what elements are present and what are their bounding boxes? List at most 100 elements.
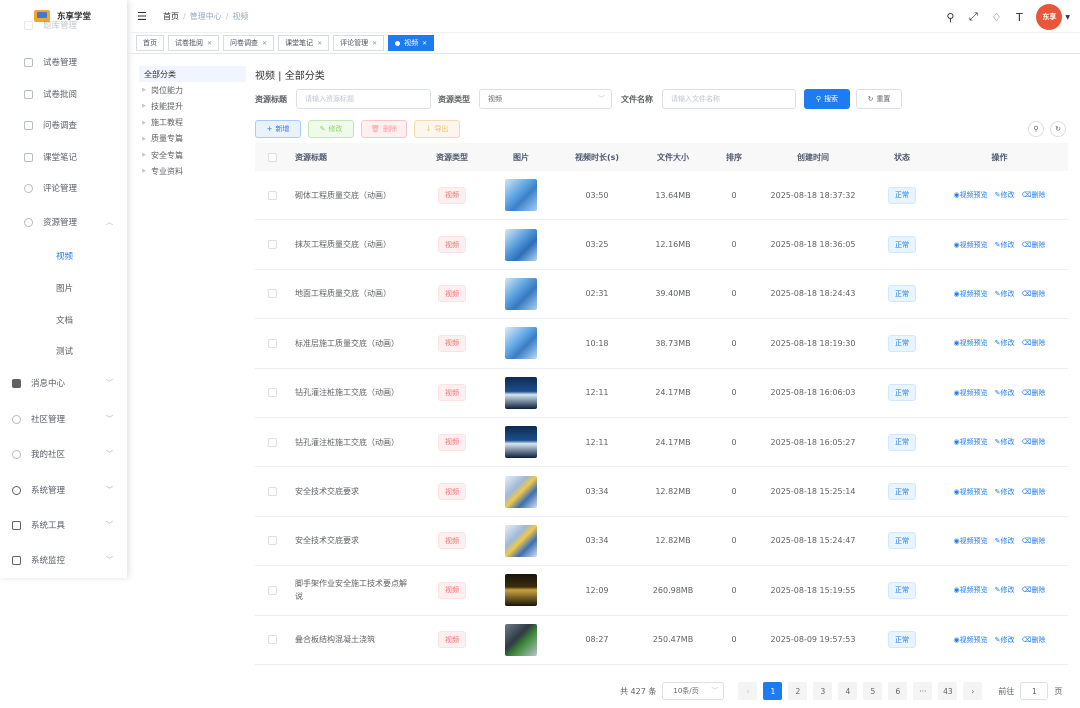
sidebar-item-comments[interactable]: 评论管理	[0, 173, 127, 203]
video-thumbnail[interactable]	[505, 426, 537, 459]
row-checkbox[interactable]	[267, 388, 277, 398]
caret-right-icon[interactable]: ▶	[139, 168, 149, 174]
page-1[interactable]: 1	[763, 682, 783, 700]
row-edit-button[interactable]: ✎修改	[995, 635, 1015, 645]
fullscreen-icon[interactable]: ⤢	[967, 10, 979, 24]
close-icon[interactable]: ✕	[317, 40, 322, 47]
tag-comments[interactable]: 评论管理 ✕	[333, 35, 385, 51]
file-input[interactable]: 请输入文件名称	[662, 89, 796, 109]
page-5[interactable]: 5	[863, 682, 883, 700]
caret-right-icon[interactable]: ▶	[139, 103, 149, 109]
sidebar-item-my-community[interactable]: 我的社区 ﹀	[0, 439, 127, 469]
avatar[interactable]: 东享	[1036, 4, 1063, 30]
preview-button[interactable]: ◉视频预览	[954, 190, 988, 200]
row-edit-button[interactable]: ✎修改	[995, 487, 1015, 497]
refresh-button[interactable]: ↻	[1050, 121, 1066, 137]
close-icon[interactable]: ✕	[372, 40, 377, 47]
reset-button[interactable]: ↻ 重置	[856, 89, 902, 109]
sidebar-item-exam-paper[interactable]: 试卷管理	[0, 47, 127, 77]
page-43[interactable]: 43	[938, 682, 958, 700]
video-thumbnail[interactable]	[505, 179, 537, 212]
sidebar-item-resources[interactable]: 资源管理 ︿	[0, 207, 127, 237]
page-6[interactable]: 6	[888, 682, 908, 700]
page-size-select[interactable]: 10条/页 ﹀	[662, 682, 725, 700]
row-delete-button[interactable]: ⌫删除	[1022, 289, 1046, 299]
preview-button[interactable]: ◉视频预览	[954, 487, 988, 497]
row-checkbox[interactable]	[267, 487, 277, 497]
sidebar-item-grading[interactable]: 试卷批阅	[0, 79, 127, 109]
delete-button[interactable]: 🗑 删除	[361, 120, 407, 138]
row-edit-button[interactable]: ✎修改	[995, 338, 1015, 348]
row-delete-button[interactable]: ⌫删除	[1022, 536, 1046, 546]
sidebar-subitem-image[interactable]: 图片	[56, 282, 73, 294]
tree-node[interactable]: ▶ 专业资料	[139, 163, 246, 179]
video-thumbnail[interactable]	[505, 574, 537, 607]
row-edit-button[interactable]: ✎修改	[995, 437, 1015, 447]
row-delete-button[interactable]: ⌫删除	[1022, 388, 1046, 398]
row-checkbox[interactable]	[267, 635, 277, 645]
tag-video[interactable]: 视频 ✕	[388, 35, 435, 51]
goto-input[interactable]: 1	[1020, 682, 1049, 700]
row-edit-button[interactable]: ✎修改	[995, 388, 1015, 398]
prev-page-button[interactable]: ‹	[738, 682, 758, 700]
tree-node[interactable]: ▶ 技能提升	[139, 98, 246, 114]
close-icon[interactable]: ✕	[422, 40, 427, 47]
tree-node[interactable]: ▶ 施工教程	[139, 115, 246, 131]
row-delete-button[interactable]: ⌫删除	[1022, 585, 1046, 595]
caret-right-icon[interactable]: ▶	[139, 120, 149, 126]
preview-button[interactable]: ◉视频预览	[954, 338, 988, 348]
sidebar-subitem-test[interactable]: 测试	[56, 345, 73, 357]
menu-fold-icon[interactable]: ☰	[137, 10, 151, 23]
select-all-checkbox[interactable]	[267, 152, 277, 162]
video-thumbnail[interactable]	[505, 376, 537, 409]
sidebar-item-survey[interactable]: 问卷调查	[0, 110, 127, 140]
tag-grading[interactable]: 试卷批阅 ✕	[168, 35, 220, 51]
row-edit-button[interactable]: ✎修改	[995, 190, 1015, 200]
search-icon[interactable]: ⚲	[944, 11, 956, 24]
type-select[interactable]: 视频 ﹀	[479, 89, 612, 109]
row-delete-button[interactable]: ⌫删除	[1022, 190, 1046, 200]
close-icon[interactable]: ✕	[207, 40, 212, 47]
row-checkbox[interactable]	[267, 585, 277, 595]
breadcrumb-home[interactable]: 首页	[163, 12, 179, 21]
caret-right-icon[interactable]: ▶	[139, 152, 149, 158]
row-checkbox[interactable]	[267, 190, 277, 200]
page-3[interactable]: 3	[813, 682, 833, 700]
video-thumbnail[interactable]	[505, 277, 537, 310]
sidebar-item-system-tools[interactable]: 系统工具 ﹀	[0, 510, 127, 540]
row-edit-button[interactable]: ✎修改	[995, 536, 1015, 546]
row-delete-button[interactable]: ⌫删除	[1022, 487, 1046, 497]
toggle-search-button[interactable]: ⚲	[1028, 121, 1044, 137]
sidebar-item-community-admin[interactable]: 社区管理 ﹀	[0, 404, 127, 434]
page-4[interactable]: 4	[838, 682, 858, 700]
edit-button[interactable]: ✎ 修改	[308, 120, 354, 138]
preview-button[interactable]: ◉视频预览	[954, 635, 988, 645]
tag-home[interactable]: 首页	[136, 35, 164, 51]
sidebar-item-system-monitor[interactable]: 系统监控 ﹀	[0, 545, 127, 575]
video-thumbnail[interactable]	[505, 228, 537, 261]
row-checkbox[interactable]	[267, 536, 277, 546]
row-delete-button[interactable]: ⌫删除	[1022, 635, 1046, 645]
row-checkbox[interactable]	[267, 240, 277, 250]
bell-icon[interactable]: ♢	[990, 11, 1002, 24]
row-delete-button[interactable]: ⌫删除	[1022, 240, 1046, 250]
video-thumbnail[interactable]	[505, 327, 537, 360]
tree-node[interactable]: ▶ 安全专篇	[139, 147, 246, 163]
add-button[interactable]: + 新增	[255, 120, 301, 138]
page-ellipsis[interactable]: ···	[913, 682, 933, 700]
export-button[interactable]: ↓ 导出	[414, 120, 460, 138]
caret-right-icon[interactable]: ▶	[139, 87, 149, 93]
sidebar-item-messages[interactable]: 消息中心 ﹀	[0, 368, 127, 398]
preview-button[interactable]: ◉视频预览	[954, 388, 988, 398]
preview-button[interactable]: ◉视频预览	[954, 536, 988, 546]
row-checkbox[interactable]	[267, 289, 277, 299]
sidebar-subitem-document[interactable]: 文档	[56, 314, 73, 326]
row-edit-button[interactable]: ✎修改	[995, 585, 1015, 595]
sidebar-item-notes[interactable]: 课堂笔记	[0, 142, 127, 172]
row-checkbox[interactable]	[267, 338, 277, 348]
caret-down-icon[interactable]: ▼	[1065, 14, 1070, 21]
tag-notes[interactable]: 课堂笔记 ✕	[278, 35, 330, 51]
caret-right-icon[interactable]: ▶	[139, 136, 149, 142]
next-page-button[interactable]: ›	[963, 682, 983, 700]
tree-node[interactable]: ▶ 岗位能力	[139, 82, 246, 98]
